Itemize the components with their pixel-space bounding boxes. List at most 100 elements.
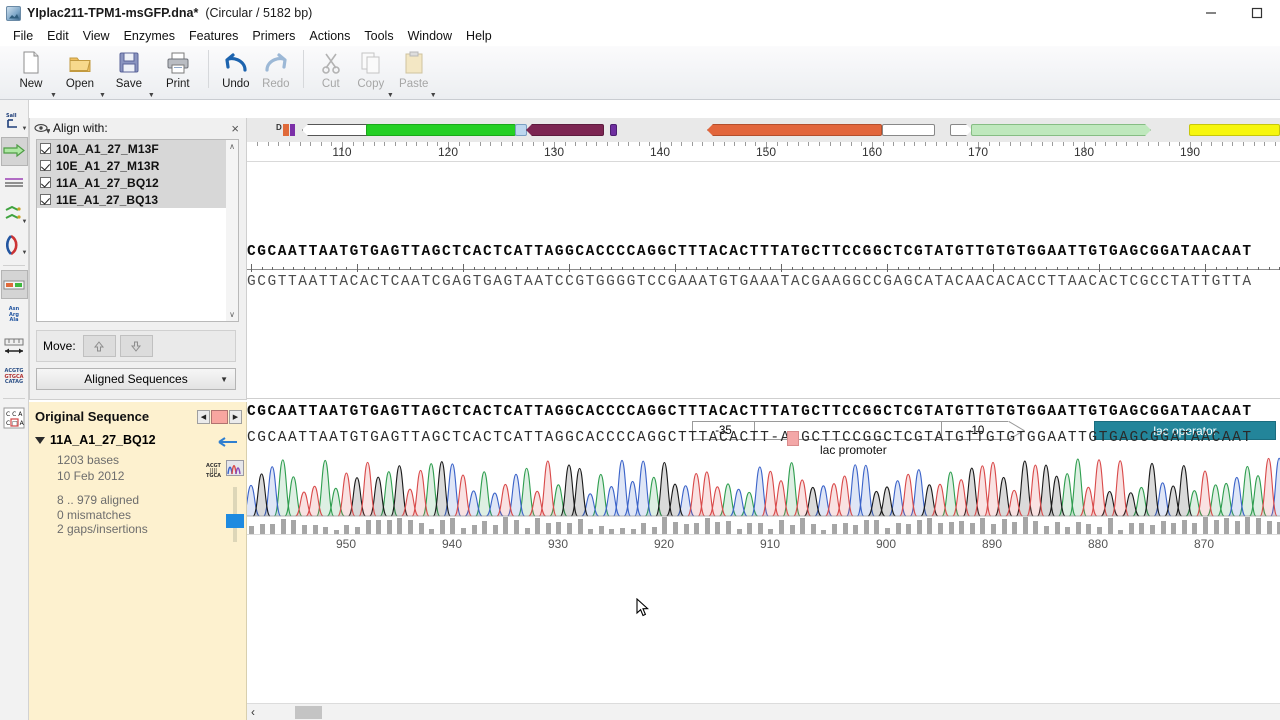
linear-map-icon <box>3 280 25 289</box>
track-color-swatch[interactable] <box>211 409 228 424</box>
sidetool-mismatch[interactable]: C C A C □ A <box>1 403 28 432</box>
list-item[interactable]: 10E_A1_27_M13R <box>37 157 235 174</box>
ruler-tick <box>617 142 619 146</box>
sidetool-alignment[interactable]: ACGTG GTGCA CATAG <box>1 363 28 392</box>
menu-features[interactable]: Features <box>182 27 245 45</box>
sidetool-translation[interactable]: Asn Arg Ala <box>1 301 28 330</box>
ruler-tick <box>1031 142 1032 146</box>
feature-pale-green[interactable] <box>971 124 1151 136</box>
menu-view[interactable]: View <box>76 27 117 45</box>
minimize-button[interactable] <box>1188 0 1234 26</box>
list-item[interactable]: 11A_A1_27_BQ12 <box>37 174 235 191</box>
ruler-tick <box>808 142 810 146</box>
chromatogram-icon[interactable] <box>226 460 244 476</box>
zoom-slider-thumb[interactable] <box>226 514 244 528</box>
feature-map-strip[interactable]: D <box>247 118 1280 142</box>
ruler-tick <box>882 142 884 146</box>
scroll-up-icon[interactable]: ∧ <box>226 140 238 153</box>
menu-tools[interactable]: Tools <box>357 27 400 45</box>
undo-button[interactable]: Undo <box>216 50 256 90</box>
checkbox[interactable] <box>40 177 51 188</box>
chevron-down-icon[interactable]: ▼ <box>22 250 28 256</box>
reference-sequence-block[interactable]: CGCAATTAATGTGAGTTAGCTCACTCATTAGGCACCCCAG… <box>247 244 1280 304</box>
move-up-button[interactable] <box>82 335 116 357</box>
sidetool-fragments[interactable]: ▼ <box>1 199 28 228</box>
collapse-triangle-icon[interactable] <box>35 436 45 444</box>
scroll-down-icon[interactable]: ∨ <box>226 308 238 321</box>
sidetool-ruler[interactable] <box>1 332 28 361</box>
ruler-label: 140 <box>649 145 671 159</box>
sidetool-enzymes[interactable]: SalI ▼ <box>1 106 28 135</box>
ruler-tick <box>469 142 471 146</box>
menu-actions[interactable]: Actions <box>302 27 357 45</box>
left-arrow-icon[interactable] <box>218 436 240 451</box>
checkbox[interactable] <box>40 143 51 154</box>
next-track-button[interactable]: ▶ <box>229 409 242 424</box>
close-icon[interactable]: × <box>228 121 242 136</box>
save-label: Save <box>115 78 142 90</box>
codon-mismatch-icon: C C A C □ A <box>3 407 25 428</box>
align-list-scrollbar[interactable]: ∧ ∨ <box>226 139 239 322</box>
menu-primers[interactable]: Primers <box>245 27 302 45</box>
menu-file[interactable]: File <box>6 27 40 45</box>
save-button[interactable]: Save <box>106 50 152 90</box>
list-item[interactable]: 10A_A1_27_M13F <box>37 140 235 157</box>
move-down-button[interactable] <box>119 335 153 357</box>
feature-purple[interactable] <box>526 124 604 136</box>
feature-white-2[interactable] <box>882 124 935 136</box>
bases-view-icon[interactable]: ACGT |||| TGCA <box>206 464 221 479</box>
document-name: YIplac211-TPM1-msGFP.dna* <box>27 6 199 20</box>
feature-orange[interactable] <box>707 124 882 136</box>
copy-dropdown-caret: ▼ <box>386 92 394 99</box>
new-button[interactable]: New <box>8 50 54 90</box>
visibility-eye-icon[interactable]: ▼ <box>34 122 51 135</box>
menu-enzymes[interactable]: Enzymes <box>117 27 182 45</box>
strand-tick <box>834 267 835 270</box>
scroll-left-icon[interactable]: ‹ <box>251 705 255 719</box>
aligned-sequences-dropdown[interactable]: Aligned Sequences ▼ <box>36 368 236 390</box>
save-dropdown-caret[interactable]: ▼ <box>148 92 155 99</box>
feature-yellow[interactable] <box>1189 124 1280 136</box>
ruler-tick <box>596 142 598 146</box>
move-controls: Move: <box>36 330 236 362</box>
sidetool-topology[interactable]: ▼ <box>1 230 28 259</box>
feature-green[interactable] <box>366 124 516 136</box>
ruler-label: 910 <box>759 537 781 551</box>
list-item[interactable]: 11E_A1_27_BQ13 <box>37 191 235 208</box>
chromatogram-panel[interactable]: CGCAATTAATGTGAGTTAGCTCACTCATTAGGCACCCCAG… <box>247 404 1280 544</box>
sidetool-map-view[interactable] <box>0 270 28 299</box>
maximize-button[interactable] <box>1234 0 1280 26</box>
chevron-down-icon[interactable]: ▼ <box>22 126 28 132</box>
strand-tick <box>855 267 857 270</box>
feature-white-3[interactable] <box>950 124 972 136</box>
ruler-tick <box>426 142 428 146</box>
sidetool-primers[interactable] <box>1 168 28 197</box>
menu-edit[interactable]: Edit <box>40 27 76 45</box>
menu-help[interactable]: Help <box>459 27 499 45</box>
feature-light-blue[interactable] <box>515 124 527 136</box>
track-row[interactable]: 11A_A1_27_BQ12 <box>35 433 246 447</box>
feature-violet-small[interactable] <box>610 124 617 136</box>
horizontal-scrollbar[interactable]: ‹ <box>247 703 1280 720</box>
ruler-tick <box>575 142 577 146</box>
menu-window[interactable]: Window <box>401 27 459 45</box>
scrollbar-thumb[interactable] <box>295 706 322 719</box>
aligned-sequence-list[interactable]: 10A_A1_27_M13F 10E_A1_27_M13R 11A_A1_27_… <box>36 139 236 322</box>
strand-tick <box>1258 267 1259 270</box>
ruler-tick <box>299 142 301 146</box>
open-dropdown-caret[interactable]: ▼ <box>99 92 106 99</box>
prev-track-button[interactable]: ◀ <box>197 409 210 424</box>
ruler-label: 890 <box>981 537 1003 551</box>
checkbox[interactable] <box>40 160 51 171</box>
strand-tick <box>346 267 348 270</box>
checkbox[interactable] <box>40 194 51 205</box>
ruler-tick <box>903 142 905 146</box>
open-button[interactable]: Open <box>57 50 103 90</box>
print-button[interactable]: Print <box>155 50 201 90</box>
chevron-down-icon[interactable]: ▼ <box>220 375 228 384</box>
new-dropdown-caret[interactable]: ▼ <box>50 92 57 99</box>
sidetool-features[interactable] <box>0 137 28 166</box>
chevron-down-icon[interactable]: ▼ <box>22 219 28 225</box>
strand-tick <box>950 267 952 270</box>
ruler-tick <box>850 142 852 146</box>
